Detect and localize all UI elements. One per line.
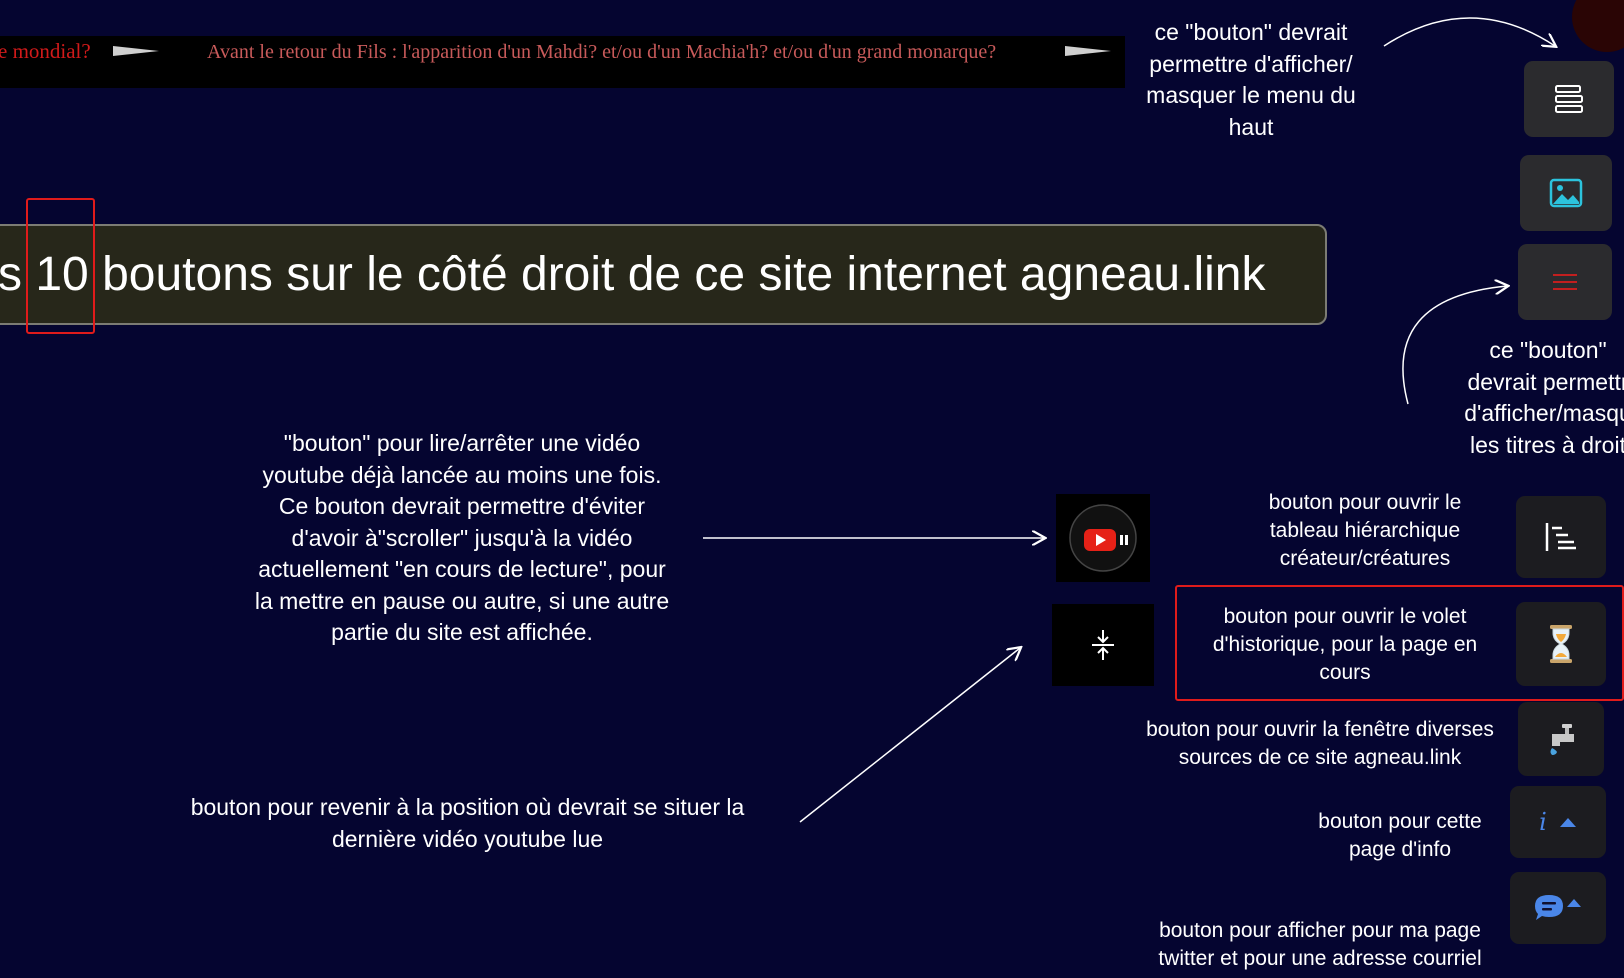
image-icon bbox=[1549, 178, 1583, 208]
menu-toggle-icon bbox=[1555, 85, 1583, 113]
chat-bubble-icon bbox=[1535, 895, 1581, 920]
youtube-play-pause-icon bbox=[1069, 504, 1137, 572]
hierarchy-tree-icon bbox=[1545, 523, 1576, 551]
note-youtube-button: "bouton" pour lire/arrêter une vidéo yout… bbox=[254, 430, 670, 645]
note-twitter: bouton pour afficher pour ma page twitter… bbox=[1158, 919, 1482, 970]
sources-window-button[interactable] bbox=[1518, 702, 1604, 776]
water-tap-icon bbox=[1550, 724, 1574, 755]
history-panel-button[interactable] bbox=[1516, 602, 1606, 686]
arrow-to-menu-button bbox=[1383, 17, 1555, 46]
hamburger-lines-icon bbox=[1553, 274, 1577, 290]
twitter-contact-button[interactable] bbox=[1510, 872, 1606, 944]
toggle-top-menu-button[interactable] bbox=[1524, 61, 1614, 137]
scroll-to-last-video-button[interactable] bbox=[1052, 604, 1154, 686]
hourglass-icon bbox=[1550, 625, 1572, 663]
toggle-right-titles-button[interactable] bbox=[1518, 244, 1612, 320]
note-hierarchy: bouton pour ouvrir le tableau hiérarchiqu… bbox=[1268, 491, 1462, 570]
youtube-play-pause-button[interactable] bbox=[1056, 494, 1150, 582]
arrow-to-scroll-button bbox=[799, 648, 1020, 823]
note-return-video: bouton pour revenir à la position où dev… bbox=[190, 794, 745, 852]
image-button[interactable] bbox=[1520, 155, 1612, 231]
scroll-to-video-icon bbox=[1092, 630, 1114, 660]
note-sources: bouton pour ouvrir la fenêtre diverses so… bbox=[1146, 718, 1494, 769]
info-icon: i bbox=[1539, 808, 1547, 836]
note-top-menu: ce "bouton" devrait permettre d'afficher/… bbox=[1146, 19, 1356, 140]
note-info: bouton pour cette page d'info bbox=[1318, 810, 1482, 861]
note-right-titles: ce "bouton" devrait permettr d'afficher/ma… bbox=[1464, 337, 1624, 458]
caret-up-icon bbox=[1559, 818, 1576, 827]
info-page-button[interactable]: i bbox=[1510, 786, 1606, 858]
hierarchy-table-button[interactable] bbox=[1516, 496, 1606, 578]
